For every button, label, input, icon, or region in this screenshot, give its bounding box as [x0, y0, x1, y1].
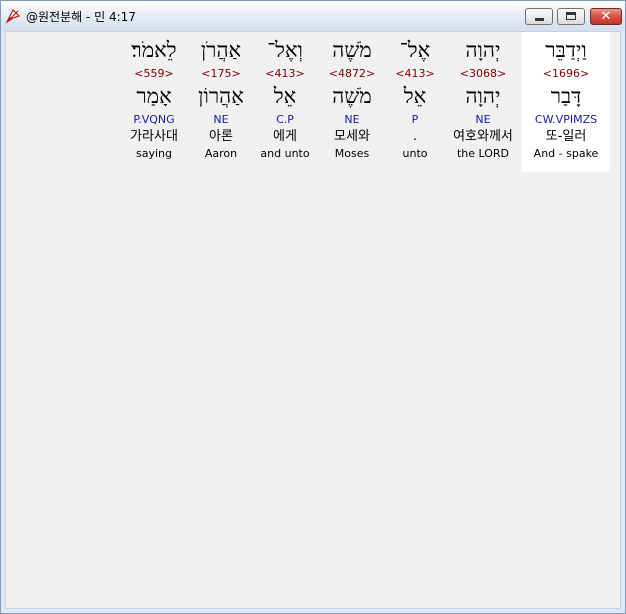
korean-gloss: 또-일러	[545, 129, 587, 144]
strong-number: <4872>	[328, 67, 376, 80]
word-column[interactable]: וַיְדַבֵּר <1696> דָּבַר CW.VPIMZS 또-일러 And -…	[522, 32, 610, 172]
window-title: @원전분해 - 민 4:17	[26, 10, 136, 24]
close-button[interactable]: ✕	[590, 8, 622, 25]
english-gloss: saying	[136, 147, 172, 160]
maximize-icon	[566, 12, 576, 20]
word-column[interactable]: אַהֲרֹן <175> אַהֲרוֹן NE 아론 Aaron	[190, 32, 252, 172]
morphology-code: NE	[213, 113, 229, 126]
morphology-code: NE	[344, 113, 360, 126]
strong-number: <175>	[201, 67, 241, 80]
hebrew-word: וְאֶל־	[267, 38, 303, 62]
strong-number: <1696>	[542, 67, 590, 80]
word-column[interactable]: יְהוָה <3068> יְהוָה NE 여호와께서 the LORD	[444, 32, 522, 172]
morphology-code: P	[411, 113, 419, 126]
word-column[interactable]: לֵאמֹר׃ <559> אָמַר P.VQNG 가라사대 saying	[118, 32, 190, 172]
english-gloss: unto	[402, 147, 428, 160]
english-gloss: and unto	[260, 147, 310, 160]
english-gloss: Aaron	[204, 147, 238, 160]
analysis-pane: וַיְדַבֵּר <1696> דָּבַר CW.VPIMZS 또-일러 And -…	[5, 31, 621, 609]
korean-gloss: 가라사대	[130, 129, 178, 144]
close-icon: ✕	[600, 9, 612, 24]
word-column[interactable]: וְאֶל־ <413> אֵל C.P 에게 and unto	[252, 32, 318, 172]
word-row: וַיְדַבֵּר <1696> דָּבַר CW.VPIMZS 또-일러 And -…	[118, 32, 610, 172]
morphology-code: P.VQNG	[133, 113, 175, 126]
morphology-code: C.P	[276, 113, 294, 126]
english-gloss: Moses	[334, 147, 370, 160]
app-window: @원전분해 - 민 4:17 ✕ וַיְדַבֵּר <1696> דָּבַר C…	[0, 0, 626, 614]
minimize-icon	[535, 18, 544, 21]
morphology-code: CW.VPIMZS	[534, 113, 598, 126]
root-word: אָמַר	[136, 84, 172, 108]
word-column[interactable]: מֹשֶׁה <4872> מֹשֶׁה NE 모세와 Moses	[318, 32, 386, 172]
hebrew-word: אַהֲרֹן	[200, 38, 242, 62]
root-word: אֵל	[403, 84, 427, 108]
root-word: יְהוָה	[465, 84, 501, 108]
hebrew-word: וַיְדַבֵּר	[545, 38, 587, 62]
english-gloss: the LORD	[456, 147, 510, 160]
korean-gloss: 여호와께서	[453, 129, 513, 144]
minimize-button[interactable]	[525, 8, 553, 25]
korean-gloss: 아론	[209, 129, 233, 144]
root-word: אַהֲרוֹן	[198, 84, 244, 108]
korean-gloss: 모세와	[334, 129, 370, 144]
hebrew-word: מֹשֶׁה	[332, 38, 372, 62]
morphology-code: NE	[475, 113, 491, 126]
strong-number: <413>	[265, 67, 305, 80]
english-gloss: And - spake	[533, 147, 599, 160]
hebrew-word: אֶל־	[399, 38, 431, 62]
maximize-button[interactable]	[557, 8, 585, 25]
korean-gloss: 에게	[273, 129, 297, 144]
hebrew-word: לֵאמֹר׃	[131, 38, 177, 62]
app-logo-icon	[5, 8, 21, 24]
word-column[interactable]: אֶל־ <413> אֵל P. unto	[386, 32, 444, 172]
strong-number: <559>	[134, 67, 174, 80]
korean-gloss: .	[412, 129, 418, 144]
strong-number: <3068>	[459, 67, 507, 80]
root-word: דָּבַר	[550, 84, 582, 108]
title-bar[interactable]: @원전분해 - 민 4:17 ✕	[1, 1, 625, 31]
strong-number: <413>	[395, 67, 435, 80]
hebrew-word: יְהוָה	[465, 38, 501, 62]
root-word: מֹשֶׁה	[332, 84, 372, 108]
root-word: אֵל	[273, 84, 297, 108]
